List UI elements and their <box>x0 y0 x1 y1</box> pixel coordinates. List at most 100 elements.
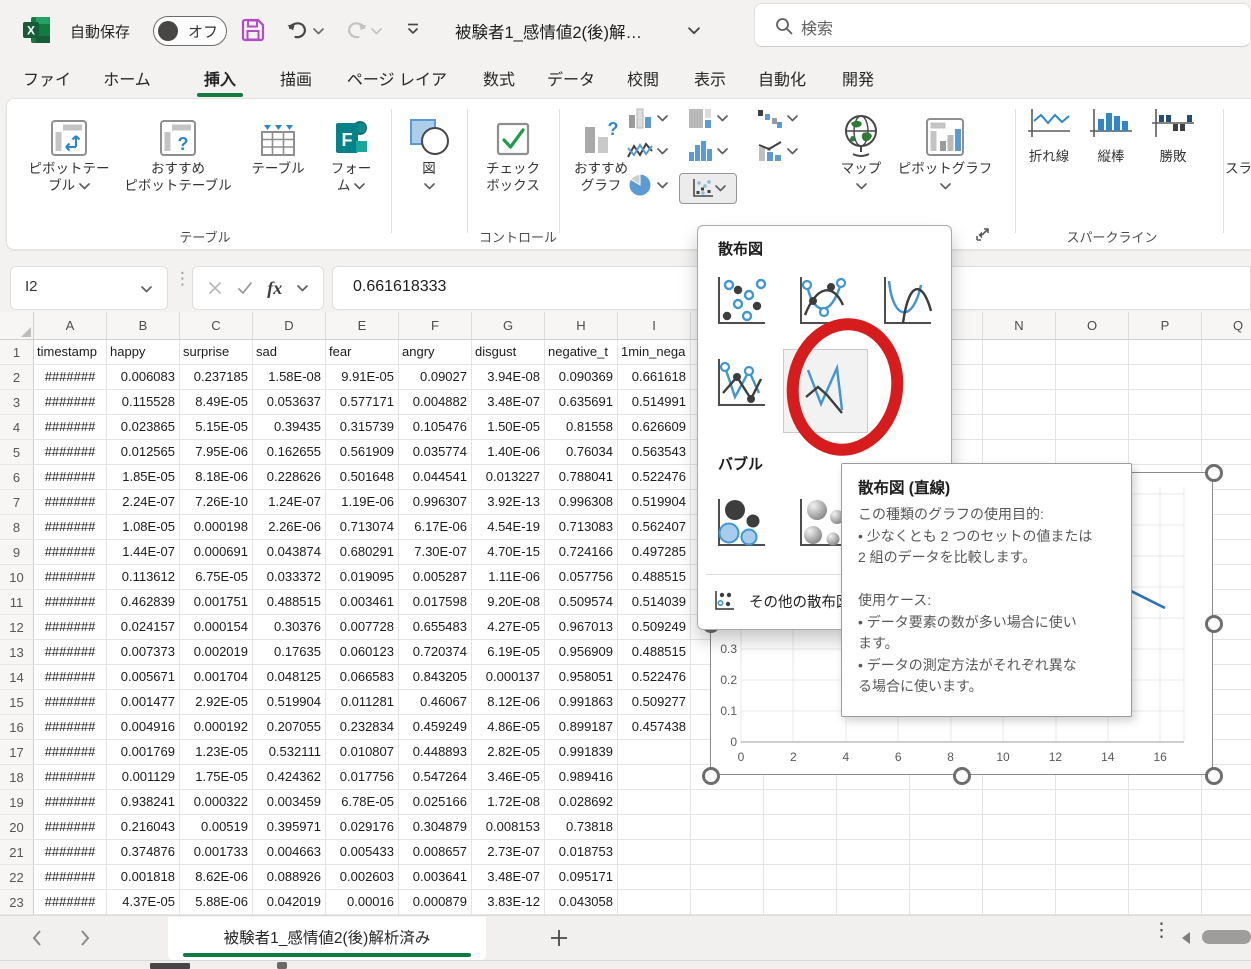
cell-F6[interactable]: 0.044541 <box>399 465 472 490</box>
cell-H2[interactable]: 0.090369 <box>545 365 618 390</box>
row-number-4[interactable]: 4 <box>0 415 34 440</box>
cell-M21[interactable] <box>910 840 983 865</box>
cell-G7[interactable]: 3.92E-13 <box>472 490 545 515</box>
cell-F2[interactable]: 0.09027 <box>399 365 472 390</box>
cancel-icon[interactable] <box>208 281 222 295</box>
cell-P19[interactable] <box>1129 790 1202 815</box>
cell-B11[interactable]: 0.462839 <box>107 590 180 615</box>
cell-D23[interactable]: 0.042019 <box>253 890 326 915</box>
cell-F11[interactable]: 0.017598 <box>399 590 472 615</box>
cell-A17[interactable]: ####### <box>34 740 107 765</box>
slicer-button[interactable]: スライサー <box>1233 105 1251 178</box>
cell-G15[interactable]: 8.12E-06 <box>472 690 545 715</box>
cell-I16[interactable]: 0.457438 <box>618 715 691 740</box>
cell-B22[interactable]: 0.001818 <box>107 865 180 890</box>
cell-K20[interactable] <box>764 815 837 840</box>
row-number-12[interactable]: 12 <box>0 615 34 640</box>
cell-E3[interactable]: 0.577171 <box>326 390 399 415</box>
cell-F7[interactable]: 0.996307 <box>399 490 472 515</box>
cell-O5[interactable] <box>1056 440 1129 465</box>
cell-J22[interactable] <box>691 865 764 890</box>
cell-G8[interactable]: 4.54E-19 <box>472 515 545 540</box>
cell-G9[interactable]: 4.70E-15 <box>472 540 545 565</box>
cell-B13[interactable]: 0.007373 <box>107 640 180 665</box>
cell-F1[interactable]: angry <box>399 340 472 365</box>
cell-I12[interactable]: 0.509249 <box>618 615 691 640</box>
cell-B4[interactable]: 0.023865 <box>107 415 180 440</box>
undo-chevron-icon[interactable] <box>313 28 324 35</box>
cell-N3[interactable] <box>983 390 1056 415</box>
cell-B1[interactable]: happy <box>107 340 180 365</box>
column-header-O[interactable]: O <box>1056 312 1129 340</box>
insert-statistic-chart-button[interactable] <box>687 140 728 162</box>
cell-I2[interactable]: 0.661618 <box>618 365 691 390</box>
cell-D12[interactable]: 0.30376 <box>253 615 326 640</box>
cell-P23[interactable] <box>1129 890 1202 915</box>
row-number-8[interactable]: 8 <box>0 515 34 540</box>
chart-handle-bottom-right[interactable] <box>1205 767 1223 785</box>
cell-C21[interactable]: 0.001733 <box>180 840 253 865</box>
row-number-11[interactable]: 11 <box>0 590 34 615</box>
tab-automate[interactable]: 自動化 <box>750 66 814 96</box>
cell-D19[interactable]: 0.003459 <box>253 790 326 815</box>
cell-Q3[interactable] <box>1202 390 1251 415</box>
cell-C11[interactable]: 0.001751 <box>180 590 253 615</box>
cell-E12[interactable]: 0.007728 <box>326 615 399 640</box>
cell-B16[interactable]: 0.004916 <box>107 715 180 740</box>
cell-B21[interactable]: 0.374876 <box>107 840 180 865</box>
row-number-2[interactable]: 2 <box>0 365 34 390</box>
cell-N19[interactable] <box>983 790 1056 815</box>
cell-I20[interactable] <box>618 815 691 840</box>
cell-C23[interactable]: 5.88E-06 <box>180 890 253 915</box>
cell-O21[interactable] <box>1056 840 1129 865</box>
cell-C4[interactable]: 5.15E-05 <box>180 415 253 440</box>
insert-function-button[interactable]: fx <box>267 278 282 299</box>
row-number-15[interactable]: 15 <box>0 690 34 715</box>
row-number-19[interactable]: 19 <box>0 790 34 815</box>
cell-A2[interactable]: ####### <box>34 365 107 390</box>
cell-L23[interactable] <box>837 890 910 915</box>
cell-M22[interactable] <box>910 865 983 890</box>
insert-line-chart-button[interactable] <box>627 140 668 162</box>
cell-O2[interactable] <box>1056 365 1129 390</box>
name-box-chevron-icon[interactable] <box>141 286 152 293</box>
cell-A14[interactable]: ####### <box>34 665 107 690</box>
row-number-13[interactable]: 13 <box>0 640 34 665</box>
cell-A6[interactable]: ####### <box>34 465 107 490</box>
cell-G18[interactable]: 3.46E-05 <box>472 765 545 790</box>
cell-F23[interactable]: 0.000879 <box>399 890 472 915</box>
pivot-table-button[interactable]: ピボットテー ブル <box>19 105 119 195</box>
cell-D9[interactable]: 0.043874 <box>253 540 326 565</box>
cell-I5[interactable]: 0.563543 <box>618 440 691 465</box>
cell-E19[interactable]: 6.78E-05 <box>326 790 399 815</box>
cell-G20[interactable]: 0.008153 <box>472 815 545 840</box>
cell-B10[interactable]: 0.113612 <box>107 565 180 590</box>
cell-H11[interactable]: 0.509574 <box>545 590 618 615</box>
cell-A18[interactable]: ####### <box>34 765 107 790</box>
cell-H10[interactable]: 0.057756 <box>545 565 618 590</box>
horizontal-scrollbar-thumb[interactable] <box>1202 930 1251 944</box>
cell-H18[interactable]: 0.989416 <box>545 765 618 790</box>
cell-A4[interactable]: ####### <box>34 415 107 440</box>
cell-G23[interactable]: 3.83E-12 <box>472 890 545 915</box>
cell-C18[interactable]: 1.75E-05 <box>180 765 253 790</box>
cell-C9[interactable]: 0.000691 <box>180 540 253 565</box>
cell-C6[interactable]: 8.18E-06 <box>180 465 253 490</box>
charts-dialog-launcher-icon[interactable] <box>975 227 990 242</box>
row-number-21[interactable]: 21 <box>0 840 34 865</box>
cell-K21[interactable] <box>764 840 837 865</box>
cell-G16[interactable]: 4.86E-05 <box>472 715 545 740</box>
cell-E8[interactable]: 0.713074 <box>326 515 399 540</box>
cell-B8[interactable]: 1.08E-05 <box>107 515 180 540</box>
chart-handle-top-right[interactable] <box>1205 464 1223 482</box>
cell-H7[interactable]: 0.996308 <box>545 490 618 515</box>
cell-O19[interactable] <box>1056 790 1129 815</box>
chart-handle-right-mid[interactable] <box>1205 615 1223 633</box>
cell-A11[interactable]: ####### <box>34 590 107 615</box>
cell-F9[interactable]: 7.30E-07 <box>399 540 472 565</box>
sparkline-line-button[interactable]: 折れ線 <box>1021 107 1077 166</box>
cell-D15[interactable]: 0.519904 <box>253 690 326 715</box>
cell-G19[interactable]: 1.72E-08 <box>472 790 545 815</box>
cell-E15[interactable]: 0.011281 <box>326 690 399 715</box>
cell-G17[interactable]: 2.82E-05 <box>472 740 545 765</box>
